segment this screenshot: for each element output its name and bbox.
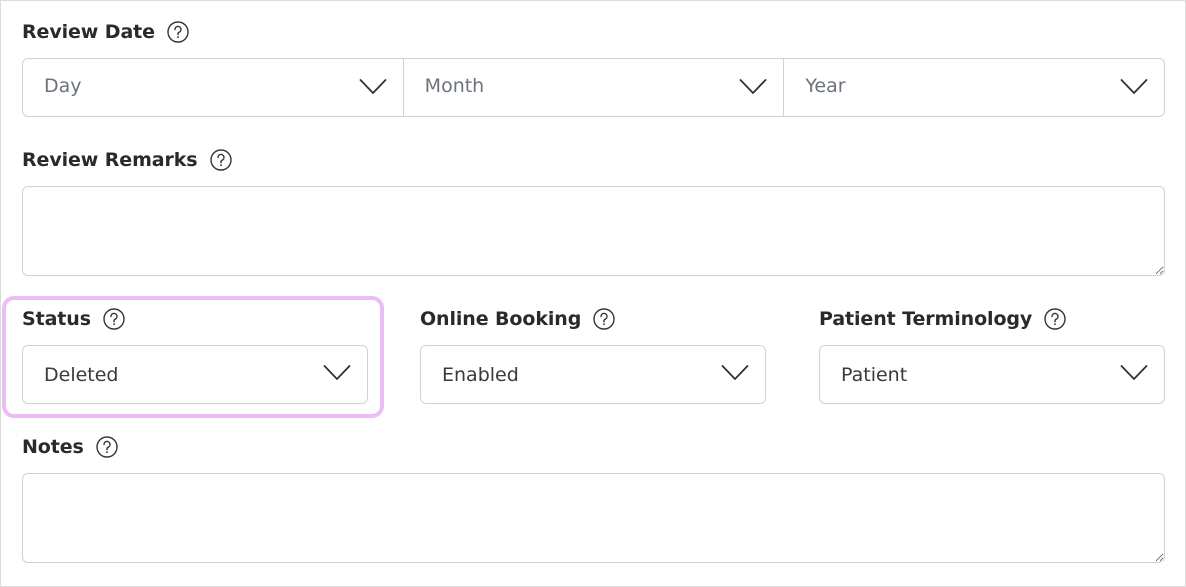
notes-label-text: Notes — [22, 436, 84, 458]
patient-terminology-select[interactable]: Patient — [819, 345, 1165, 404]
notes-textarea[interactable] — [22, 473, 1165, 563]
review-remarks-label-text: Review Remarks — [22, 149, 198, 171]
chevron-down-icon — [721, 365, 749, 380]
help-circle-icon[interactable] — [96, 436, 118, 458]
notes-label: Notes — [22, 434, 118, 460]
status-select-value: Deleted — [44, 363, 119, 386]
chevron-down-icon — [1120, 79, 1148, 94]
help-circle-icon[interactable] — [1044, 308, 1066, 330]
review-date-label-text: Review Date — [22, 21, 155, 43]
help-circle-icon[interactable] — [209, 149, 232, 171]
review-date-group: Day Month Year — [22, 58, 1165, 117]
status-label: Status — [22, 306, 125, 332]
day-select-value: Day — [44, 75, 82, 97]
review-date-year-select[interactable]: Year — [783, 59, 1164, 116]
year-select-value: Year — [805, 75, 846, 97]
chevron-down-icon — [323, 365, 351, 380]
online-booking-select[interactable]: Enabled — [420, 345, 766, 404]
chevron-down-icon — [359, 79, 387, 94]
patient-terminology-label: Patient Terminology — [819, 306, 1066, 332]
patient-terminology-label-text: Patient Terminology — [819, 308, 1033, 330]
review-remarks-label: Review Remarks — [22, 147, 232, 173]
review-date-label: Review Date — [22, 19, 189, 45]
patient-terminology-select-value: Patient — [841, 363, 908, 386]
online-booking-select-value: Enabled — [442, 363, 519, 386]
review-date-month-select[interactable]: Month — [402, 59, 784, 116]
chevron-down-icon — [1120, 365, 1148, 380]
month-select-value: Month — [424, 75, 485, 97]
form-panel: Review Date Day Month Year Review Remark… — [0, 0, 1186, 587]
review-remarks-textarea[interactable] — [22, 186, 1165, 276]
status-label-text: Status — [22, 308, 91, 330]
help-circle-icon[interactable] — [103, 308, 125, 330]
online-booking-label-text: Online Booking — [420, 308, 582, 330]
review-date-day-select[interactable]: Day — [23, 59, 403, 116]
status-select[interactable]: Deleted — [22, 345, 368, 404]
online-booking-label: Online Booking — [420, 306, 615, 332]
help-circle-icon[interactable] — [167, 21, 189, 43]
help-circle-icon[interactable] — [593, 308, 615, 330]
chevron-down-icon — [739, 79, 767, 94]
